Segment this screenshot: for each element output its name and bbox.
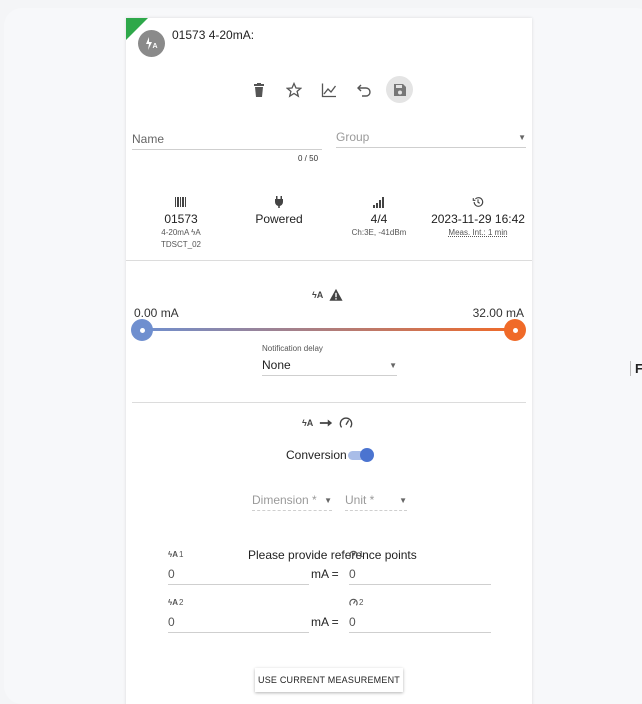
chevron-down-icon: ▼: [518, 133, 526, 142]
device-id-value: 01573: [164, 212, 198, 226]
device-toolbar: [246, 76, 422, 103]
gauge-icon: [339, 417, 353, 428]
info-power: Powered: [224, 196, 334, 226]
favorite-button[interactable]: [281, 77, 307, 103]
unit-select[interactable]: Unit * ▼: [345, 493, 407, 511]
ref-input1-field[interactable]: [168, 567, 309, 585]
ref-output2-label: 2: [349, 598, 363, 607]
signal-strength: 4/4: [370, 212, 388, 226]
name-field: [132, 130, 322, 150]
chart-icon: [321, 83, 337, 97]
ref-output2-field[interactable]: [349, 615, 491, 633]
current-small-icon: ϟA: [168, 598, 179, 607]
undo-icon: [357, 84, 371, 97]
device-type-label: 4-20mA: [161, 228, 189, 237]
ref-input2-label: ϟA 2: [168, 598, 184, 607]
save-button[interactable]: [386, 76, 413, 103]
group-select[interactable]: Group ▼: [336, 130, 526, 148]
warning-icon: [329, 288, 343, 301]
current-icon: ϟA: [312, 290, 324, 300]
ref-eq2-label: mA =: [311, 615, 339, 629]
delete-button[interactable]: [246, 77, 272, 103]
unit-placeholder: Unit *: [345, 493, 375, 507]
ref-input2-field[interactable]: [168, 615, 309, 633]
chart-button[interactable]: [316, 77, 342, 103]
dimension-select[interactable]: Dimension * ▼: [252, 493, 332, 511]
measurement-interval[interactable]: Meas. Int.: 1 min: [423, 228, 533, 237]
plug-icon: [275, 196, 283, 208]
current-small-icon: ϟA: [168, 550, 179, 559]
last-measurement-time: 2023-11-29 16:42: [431, 212, 525, 226]
range-min-label: 0.00 mA: [134, 306, 179, 320]
undo-button[interactable]: [351, 77, 377, 103]
delete-icon: [254, 82, 264, 97]
range-slider-track[interactable]: [142, 328, 515, 331]
ref-eq1-label: mA =: [311, 567, 339, 581]
current-small-icon: ϟA: [191, 228, 201, 237]
use-current-measurement-button[interactable]: USE CURRENT MEASUREMENT: [255, 668, 403, 692]
device-avatar: A: [138, 30, 165, 57]
chevron-down-icon: ▼: [399, 496, 407, 505]
signal-icon: [373, 197, 384, 208]
dimension-placeholder: Dimension *: [252, 493, 317, 507]
name-input[interactable]: [132, 130, 322, 150]
reference-points-title: Please provide reference points: [248, 548, 417, 562]
range-max-label: 32.00 mA: [472, 306, 524, 320]
signal-detail: Ch:3E, -41dBm: [351, 228, 407, 237]
group-placeholder: Group: [336, 130, 370, 144]
svg-text:A: A: [152, 43, 157, 50]
barcode-icon: [175, 197, 186, 207]
ref-input1-label: ϟA 1: [168, 550, 184, 559]
chevron-down-icon: ▼: [389, 361, 397, 370]
offscreen-panel-text: F: [630, 361, 642, 376]
range-max-handle[interactable]: [504, 319, 526, 341]
current-icon: ϟA: [302, 418, 314, 428]
info-signal: 4/4 Ch:3E, -41dBm: [324, 196, 434, 237]
range-min-handle[interactable]: [131, 319, 153, 341]
arrow-right-icon: [320, 419, 333, 427]
conversion-header: ϟA: [302, 416, 353, 430]
conversion-toggle[interactable]: [348, 448, 374, 462]
info-device-id: 01573 4-20mA ϟA TDSCT_02: [126, 196, 236, 249]
notification-delay-value: None: [262, 358, 291, 372]
device-card: A 01573 4-20mA: 0 / 50 Group ▼ 01573 4-2…: [126, 18, 532, 704]
info-last-measurement: 2023-11-29 16:42 Meas. Int.: 1 min: [423, 196, 533, 237]
section-divider: [132, 402, 526, 403]
device-type: 4-20mA ϟA: [126, 228, 236, 237]
star-icon: [286, 81, 302, 98]
alarm-header: ϟA: [312, 288, 343, 302]
device-info-row: 01573 4-20mA ϟA TDSCT_02 Powered 4/4 Ch:…: [126, 196, 532, 258]
name-char-counter: 0 / 50: [298, 154, 319, 163]
power-status: Powered: [255, 212, 303, 226]
gauge-small-icon: [349, 550, 358, 558]
history-icon: [472, 197, 484, 207]
toggle-knob: [360, 448, 374, 462]
ref-output1-field[interactable]: [349, 567, 491, 585]
section-divider: [126, 260, 532, 261]
conversion-label: Conversion: [286, 448, 347, 462]
device-model: TDSCT_02: [160, 240, 201, 249]
ref-output1-label: 1: [349, 550, 363, 559]
chevron-down-icon: ▼: [324, 496, 332, 505]
device-title: 01573 4-20mA:: [172, 28, 255, 42]
notification-delay-select[interactable]: None ▼: [262, 358, 397, 376]
current-sensor-icon: A: [145, 36, 157, 50]
gauge-small-icon: [349, 598, 358, 606]
notification-delay-label: Notification delay: [262, 344, 323, 353]
save-icon: [393, 83, 406, 96]
